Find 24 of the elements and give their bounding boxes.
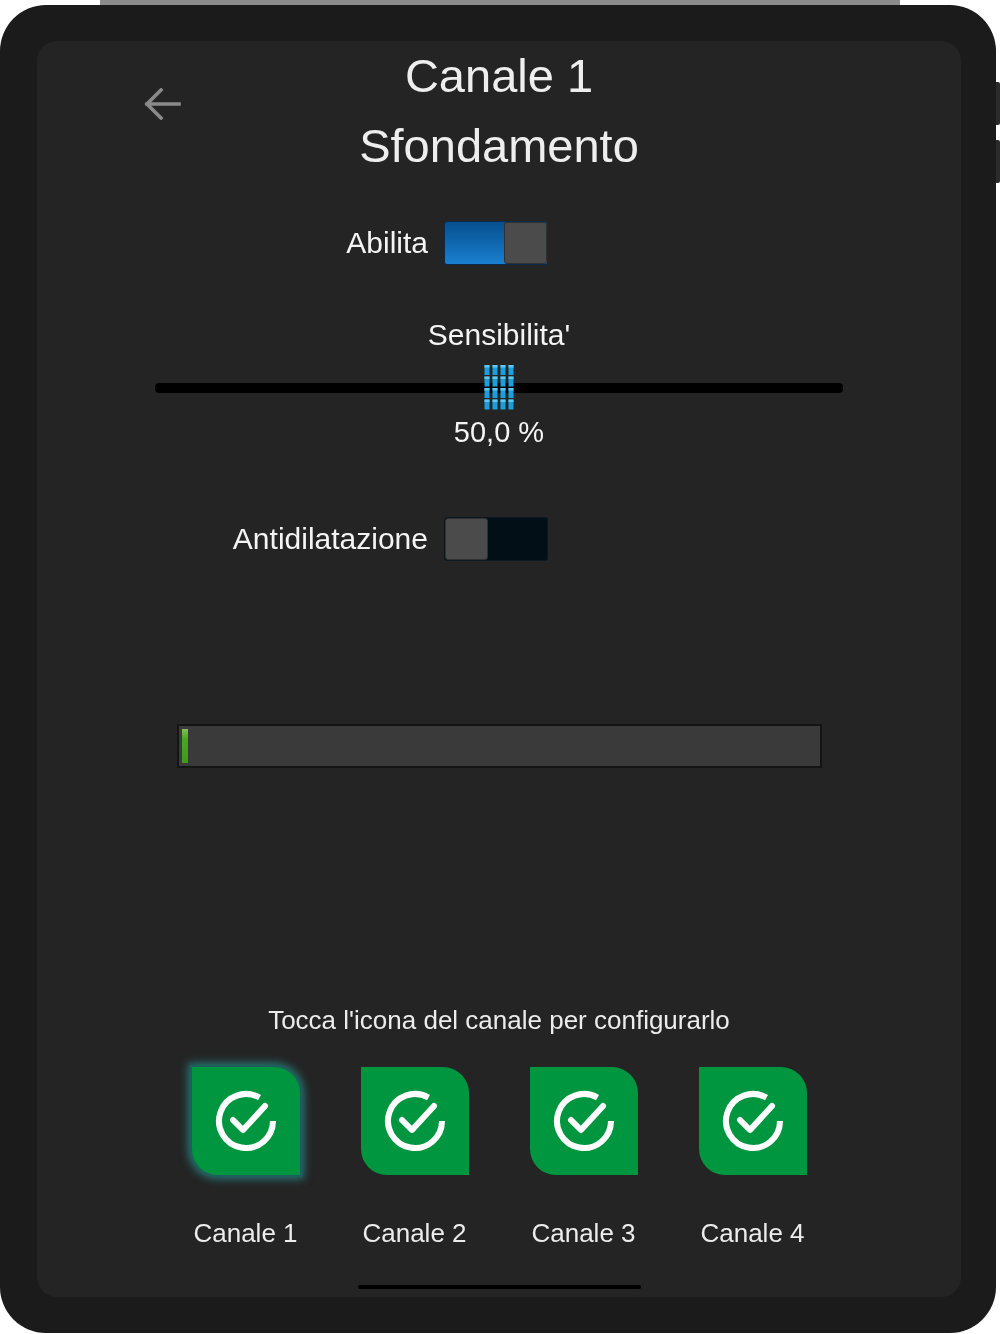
check-circle-icon [382,1089,447,1153]
channel-button[interactable] [698,1067,807,1175]
screen-title: Canale 1 [404,48,594,104]
channel-button[interactable] [529,1067,638,1175]
channel-label: Canale 3 [531,1217,636,1250]
channel-label: Canale 1 [193,1217,298,1250]
check-circle-icon [720,1089,785,1153]
channel-label: Canale 2 [362,1217,467,1250]
toggle-switch[interactable] [444,517,548,561]
slider-value: 50,0 % [453,415,545,450]
channel-button[interactable] [191,1067,300,1175]
channel-label: Canale 4 [700,1217,805,1250]
slider-label: Sensibilita' [427,317,571,353]
screen-subtitle: Sfondamento [359,118,639,174]
check-circle-icon [551,1089,616,1153]
slider-thumb[interactable] [484,365,514,411]
switch-label: Abilita [346,225,428,261]
check-circle-icon [213,1089,278,1153]
hint-text: Tocca l'icona del canale per configurarlo [268,1004,730,1037]
toggle-switch[interactable] [444,221,548,265]
switch-label: Antidilatazione [232,521,428,557]
slider[interactable] [155,365,843,411]
back-arrow-icon [143,88,181,120]
channel-button[interactable] [360,1067,469,1175]
